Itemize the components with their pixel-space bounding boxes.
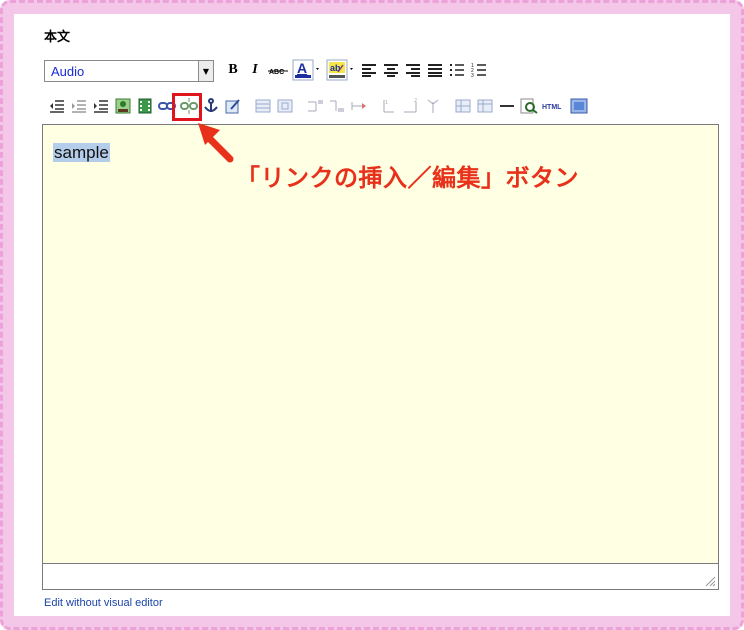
align-justify-icon[interactable] (426, 60, 444, 80)
toolbar-row-1: B I ABC A ab 123 (224, 56, 492, 84)
arrow-annotation-icon (198, 123, 234, 163)
selected-text: sample (53, 143, 110, 162)
split-cells-icon[interactable]: 2 (402, 96, 420, 116)
field-heading: 本文 (44, 30, 71, 45)
chevron-down-icon[interactable]: ▼ (198, 61, 213, 81)
table-cell-icon[interactable] (454, 96, 472, 116)
indent-icon[interactable] (70, 96, 88, 116)
svg-text:2: 2 (414, 98, 417, 104)
numbered-list-icon[interactable]: 123 (470, 60, 488, 80)
table-icon[interactable] (254, 96, 272, 116)
svg-text:A: A (297, 60, 307, 76)
svg-text:ABC: ABC (269, 69, 284, 76)
blockquote-icon[interactable] (92, 96, 110, 116)
text-color-icon[interactable]: A (292, 59, 322, 81)
align-center-icon[interactable] (382, 60, 400, 80)
editor-content[interactable]: sample (53, 143, 110, 163)
image-icon[interactable] (114, 96, 132, 116)
bullet-list-icon[interactable] (448, 60, 466, 80)
insert-col-icon[interactable] (328, 96, 346, 116)
svg-text:HTML: HTML (542, 104, 562, 111)
italic-icon[interactable]: I (246, 60, 264, 80)
fullscreen-icon[interactable] (570, 96, 588, 116)
outdent-icon[interactable] (48, 96, 66, 116)
resize-handle-icon[interactable] (704, 575, 716, 587)
delete-col-icon[interactable] (424, 96, 442, 116)
format-select[interactable]: Audio ▼ (44, 60, 214, 82)
bold-icon[interactable]: B (224, 60, 242, 80)
horizontal-rule-icon[interactable] (498, 96, 516, 116)
svg-text:ab: ab (330, 63, 341, 73)
cleanup-icon[interactable] (224, 96, 242, 116)
editor-status-bar (42, 564, 719, 590)
background-color-icon[interactable]: ab (326, 59, 356, 81)
delete-row-icon[interactable] (350, 96, 368, 116)
strikethrough-icon[interactable]: ABC (268, 60, 288, 80)
format-select-value: Audio (51, 63, 85, 79)
preview-icon[interactable] (520, 96, 538, 116)
svg-text:3: 3 (471, 73, 474, 77)
edit-without-visual-editor-link[interactable]: Edit without visual editor (44, 597, 163, 609)
anchor-icon[interactable] (202, 96, 220, 116)
callout-text: 「リンクの挿入／編集」ボタン (236, 164, 579, 192)
toolbar-row-2: 1 2 HTML (48, 93, 592, 119)
align-left-icon[interactable] (360, 60, 378, 80)
media-icon[interactable] (136, 96, 154, 116)
table-row-icon[interactable] (476, 96, 494, 116)
table-props-icon[interactable] (276, 96, 294, 116)
align-right-icon[interactable] (404, 60, 422, 80)
html-icon[interactable]: HTML (542, 96, 566, 116)
merge-cells-icon[interactable]: 1 (380, 96, 398, 116)
svg-text:1: 1 (385, 100, 388, 106)
insert-row-icon[interactable] (306, 96, 324, 116)
